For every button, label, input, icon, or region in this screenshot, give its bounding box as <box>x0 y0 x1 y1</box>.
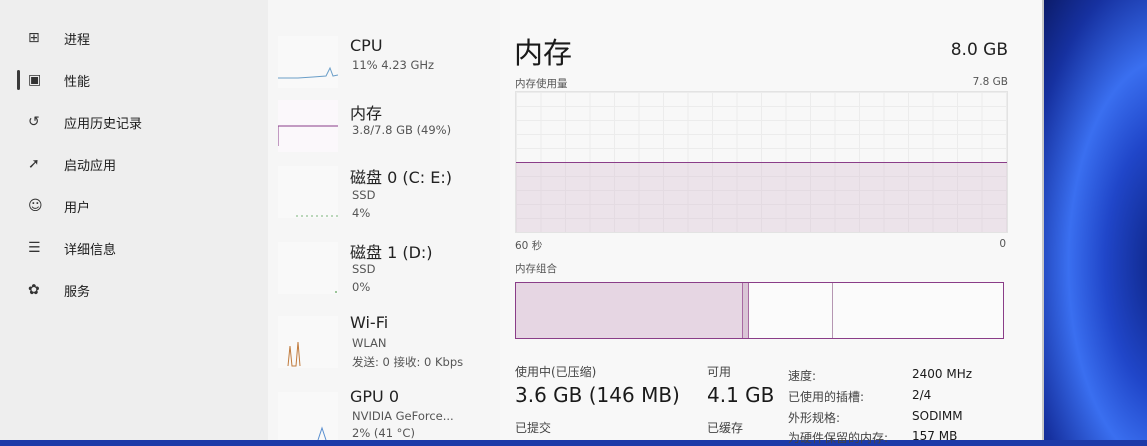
history-icon: ↺ <box>28 114 40 130</box>
sidebar-nav: ⊞ 进程 ▣ 性能 ↺ 应用历史记录 ➚ 启动应用 ☺ 用户 ☰ 详细信息 ✿ … <box>0 0 268 440</box>
services-icon: ✿ <box>28 282 40 298</box>
gpu-thumbnail-graph <box>278 392 338 440</box>
spec-slots-value: 2/4 <box>912 388 932 402</box>
spec-reserved-label: 为硬件保留的内存: <box>788 431 889 445</box>
sidebar-item-label: 性能 <box>64 74 91 90</box>
sidebar-item-processes[interactable]: ⊞ 进程 <box>28 25 90 51</box>
resource-detail: SSD <box>352 188 376 202</box>
spec-reserved-value: 157 MB <box>912 429 958 443</box>
composition-standby <box>748 283 833 338</box>
spec-form-label: 外形规格: <box>788 411 841 425</box>
resource-title: 磁盘 1 (D:) <box>350 243 433 262</box>
wifi-thumbnail-graph <box>278 316 338 368</box>
usage-graph-max: 7.8 GB <box>972 76 1008 88</box>
composition-label: 内存组合 <box>515 263 557 275</box>
resource-detail: NVIDIA GeForce... <box>352 409 454 423</box>
active-indicator <box>17 70 20 90</box>
memory-total: 8.0 GB <box>950 40 1008 60</box>
composition-free <box>832 283 1004 338</box>
details-icon: ☰ <box>28 240 41 256</box>
memory-detail-panel: 内存 8.0 GB 内存使用量 7.8 GB 60 秒 0 内存组合 使用中(已… <box>500 0 1042 445</box>
cached-label: 已缓存 <box>707 421 744 435</box>
memory-composition-bar <box>515 282 1004 339</box>
memory-thumbnail-graph <box>278 100 338 152</box>
sidebar-item-label: 服务 <box>64 284 91 300</box>
task-manager-window: ⊞ 进程 ▣ 性能 ↺ 应用历史记录 ➚ 启动应用 ☺ 用户 ☰ 详细信息 ✿ … <box>0 0 1044 445</box>
users-icon: ☺ <box>28 198 43 214</box>
resource-title: 内存 <box>350 104 383 123</box>
spec-speed-label: 速度: <box>788 369 817 383</box>
committed-label: 已提交 <box>515 421 552 435</box>
sidebar-item-label: 用户 <box>64 200 91 216</box>
disk0-thumbnail-graph <box>278 166 338 218</box>
in-use-label: 使用中(已压缩) <box>515 365 597 379</box>
sidebar-item-details[interactable]: ☰ 详细信息 <box>28 235 116 261</box>
memory-usage-graph <box>515 91 1008 233</box>
processes-icon: ⊞ <box>28 30 40 46</box>
sidebar-item-startup-apps[interactable]: ➚ 启动应用 <box>28 151 116 177</box>
in-use-value: 3.6 GB (146 MB) <box>515 383 680 407</box>
desktop-wallpaper <box>1040 0 1147 440</box>
graph-axis-left: 60 秒 <box>515 240 543 252</box>
available-value: 4.1 GB <box>707 383 775 407</box>
sidebar-item-label: 进程 <box>64 32 91 48</box>
graph-axis-right: 0 <box>999 238 1006 250</box>
resource-detail: 4% <box>352 206 371 220</box>
cpu-thumbnail-graph <box>278 36 338 88</box>
sidebar-item-app-history[interactable]: ↺ 应用历史记录 <box>28 109 142 135</box>
spec-speed-value: 2400 MHz <box>912 367 973 381</box>
resource-detail: 2% (41 °C) <box>352 426 415 440</box>
resource-detail: WLAN <box>352 336 387 350</box>
memory-usage-area <box>516 162 1007 232</box>
sidebar-item-label: 详细信息 <box>64 242 117 258</box>
sidebar-item-label: 启动应用 <box>64 158 117 174</box>
available-label: 可用 <box>707 365 732 379</box>
sidebar-item-label: 应用历史记录 <box>64 116 143 132</box>
sidebar-item-services[interactable]: ✿ 服务 <box>28 277 90 303</box>
spec-slots-label: 已使用的插槽: <box>788 390 865 404</box>
sidebar-item-users[interactable]: ☺ 用户 <box>28 193 90 219</box>
resource-detail: 发送: 0 接收: 0 Kbps <box>352 355 464 369</box>
resource-detail: 0% <box>352 280 371 294</box>
resource-detail: 11% 4.23 GHz <box>352 58 435 72</box>
resource-detail: SSD <box>352 262 376 276</box>
disk1-thumbnail-graph <box>278 242 338 294</box>
resource-title: CPU <box>350 36 383 55</box>
spec-form-value: SODIMM <box>912 409 963 423</box>
sidebar-item-performance[interactable]: ▣ 性能 <box>28 67 90 93</box>
resource-title: 磁盘 0 (C: E:) <box>350 168 452 187</box>
composition-in-use <box>516 283 742 338</box>
performance-icon: ▣ <box>28 72 42 88</box>
resource-title: GPU 0 <box>350 387 400 406</box>
startup-icon: ➚ <box>28 156 40 172</box>
resource-title: Wi-Fi <box>350 313 389 332</box>
usage-graph-label: 内存使用量 <box>515 78 568 90</box>
page-title: 内存 <box>514 36 573 70</box>
resource-detail: 3.8/7.8 GB (49%) <box>352 123 452 137</box>
resource-list: CPU 11% 4.23 GHz 内存 3.8/7.8 GB (49%) 磁盘 … <box>268 0 500 440</box>
